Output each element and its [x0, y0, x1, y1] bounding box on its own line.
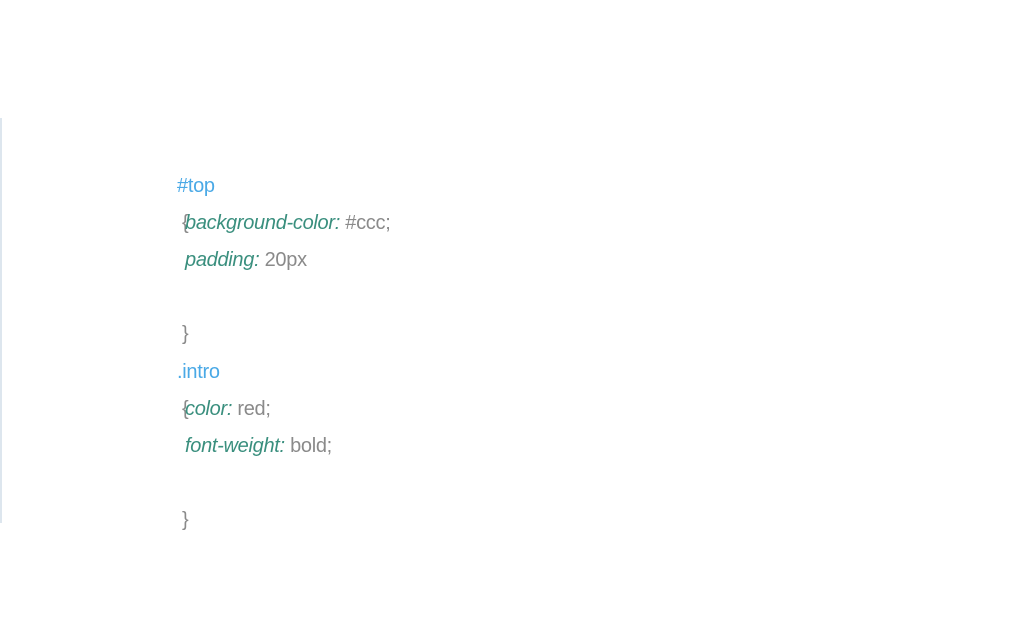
css-code-block: #top { background-color: #ccc; padding: …: [156, 131, 391, 531]
declaration-background-color: background-color: #ccc;: [156, 205, 391, 242]
property-value: red;: [237, 397, 271, 420]
code-line-selector-top: #top: [156, 131, 390, 197]
property-name: background-color:: [185, 212, 340, 235]
property-name: color:: [185, 397, 233, 420]
property-value: 20px: [264, 249, 307, 272]
code-line-close-brace: }: [156, 465, 390, 531]
close-brace: }: [182, 323, 189, 346]
declaration-padding: padding: 20px: [156, 242, 390, 279]
selector-intro: .intro: [177, 360, 220, 383]
code-line-close-brace: }: [156, 279, 390, 345]
selector-top: #top: [177, 175, 215, 198]
property-value: bold;: [290, 434, 332, 457]
declaration-color: color: red;: [156, 391, 390, 428]
left-edge-divider: [0, 118, 2, 523]
code-line-selector-intro: .intro: [156, 316, 390, 383]
declaration-font-weight: font-weight: bold;: [156, 428, 390, 465]
property-name: padding:: [185, 249, 260, 272]
close-brace: }: [182, 508, 189, 531]
property-name: font-weight:: [185, 434, 285, 457]
property-value: #ccc;: [345, 212, 391, 235]
